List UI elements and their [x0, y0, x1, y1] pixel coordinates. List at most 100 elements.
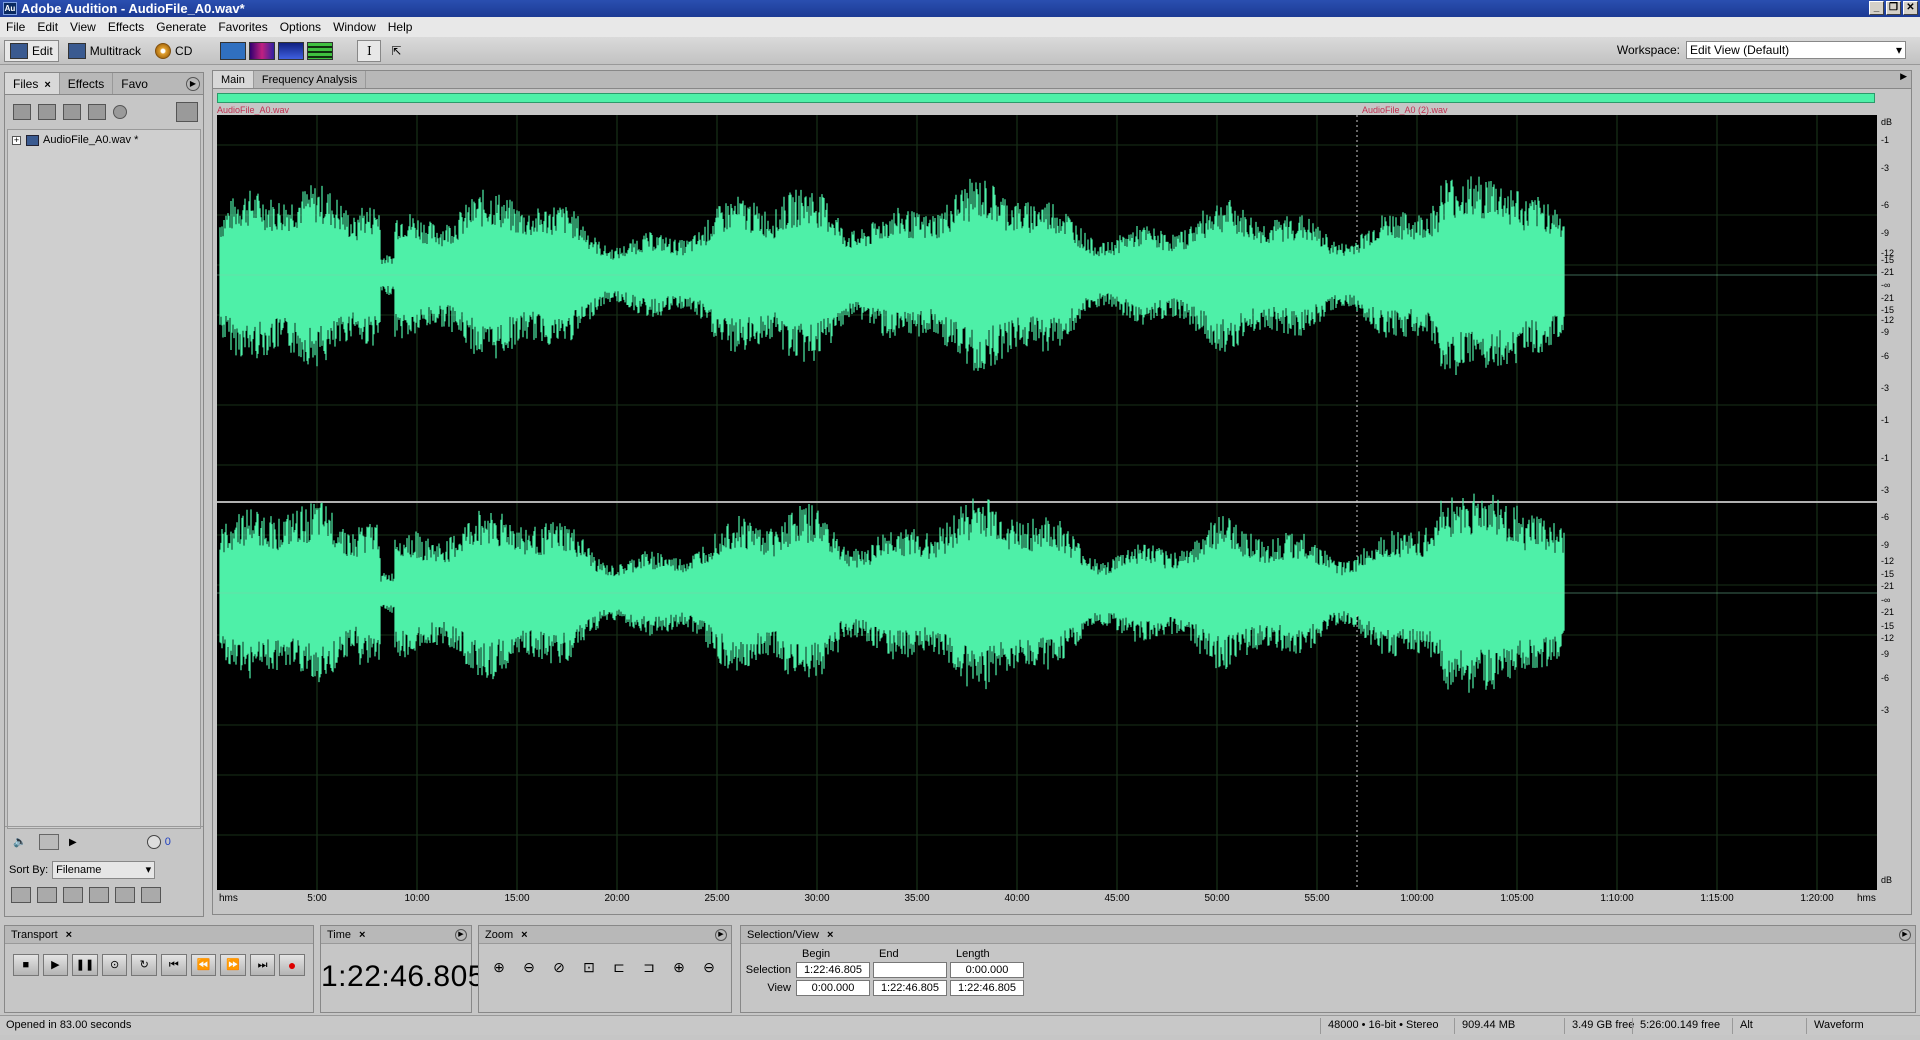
sort-by-dropdown[interactable]: Filename	[52, 861, 156, 879]
pause-button[interactable]: ❚❚	[72, 954, 98, 976]
view-length-field[interactable]: 1:22:46.805	[950, 980, 1024, 996]
close-button[interactable]: ✕	[1903, 1, 1918, 15]
time-tick-label: 25:00	[704, 893, 730, 904]
selection-length-field[interactable]: 0:00.000	[950, 962, 1024, 978]
loop-icon[interactable]	[39, 834, 59, 850]
db-tick-label: -21	[1881, 581, 1895, 591]
insert-multitrack-icon[interactable]	[63, 104, 81, 120]
panel-menu-icon[interactable]: ▶	[715, 928, 727, 941]
panel-menu-icon[interactable]: ▶	[186, 77, 200, 91]
menu-favorites[interactable]: Favorites	[218, 20, 267, 34]
multitrack-view-button[interactable]: Multitrack	[63, 40, 146, 62]
waveform-display-icon[interactable]	[220, 41, 247, 60]
time-selection-tool-icon[interactable]: I	[357, 39, 382, 62]
close-tab-icon[interactable]: ×	[827, 929, 833, 941]
close-tab-icon[interactable]: ×	[359, 929, 365, 941]
expand-icon[interactable]: +	[12, 135, 21, 145]
play-to-end-button[interactable]: ⊙	[101, 954, 128, 976]
show-cd-icon[interactable]	[141, 887, 161, 903]
menu-file[interactable]: File	[6, 20, 25, 34]
tab-effects[interactable]: Effects	[60, 73, 114, 94]
db-tick-label: -9	[1881, 540, 1890, 550]
edit-file-icon[interactable]	[113, 105, 127, 119]
close-tab-icon[interactable]: ×	[521, 929, 527, 941]
menu-help[interactable]: Help	[388, 20, 413, 34]
show-loops-icon[interactable]	[37, 887, 57, 903]
go-to-start-button[interactable]: ⏮	[160, 954, 187, 976]
view-begin-field[interactable]: 0:00.000	[796, 980, 870, 996]
panel-menu-icon[interactable]: ▶	[1900, 71, 1907, 88]
menu-effects[interactable]: Effects	[108, 20, 144, 34]
zoom-left-edge-icon[interactable]: ⊏	[607, 956, 631, 978]
marker-label[interactable]: AudioFile_A0.wav	[217, 105, 289, 115]
overview-bar[interactable]	[217, 93, 1875, 103]
selection-begin-field[interactable]: 1:22:46.805	[796, 962, 870, 978]
time-ruler[interactable]: hms 5:00 10:00 15:00 20:00 25:00 30:00 35:00 40:…	[217, 890, 1877, 910]
close-tab-icon[interactable]: ×	[44, 79, 50, 91]
autoplay-knob-icon[interactable]	[146, 835, 161, 849]
selection-end-field[interactable]	[873, 962, 947, 978]
sort-by-label: Sort By:	[9, 864, 49, 876]
minimize-button[interactable]: _	[1869, 1, 1884, 15]
list-item[interactable]: + AudioFile_A0.wav *	[8, 130, 200, 150]
tab-main[interactable]: Main	[213, 71, 254, 88]
db-tick-label: -∞	[1881, 595, 1891, 605]
tab-favorites[interactable]: Favo	[113, 73, 156, 94]
waveform-display[interactable]	[217, 115, 1877, 890]
menu-window[interactable]: Window	[333, 20, 376, 34]
waveform-canvas[interactable]	[217, 115, 1877, 890]
menu-edit[interactable]: Edit	[37, 20, 58, 34]
time-tick-label: 1:00:00	[1400, 893, 1434, 904]
loop-button[interactable]: ↻	[131, 954, 157, 976]
spectral-frequency-icon[interactable]	[249, 41, 276, 60]
marquee-tool-icon[interactable]: ⇱	[385, 40, 407, 62]
show-midi-icon[interactable]	[63, 887, 83, 903]
spectral-pan-icon[interactable]	[278, 41, 305, 60]
panel-menu-icon[interactable]: ▶	[455, 928, 467, 941]
zoom-in-vertical-icon[interactable]: ⊕	[667, 956, 691, 978]
zoom-to-selection-icon[interactable]: ⊡	[577, 956, 601, 978]
show-video-icon[interactable]	[89, 887, 109, 903]
stop-button[interactable]: ■	[13, 954, 39, 976]
zoom-in-horizontal-icon[interactable]: ⊕	[487, 956, 511, 978]
show-audio-icon[interactable]	[11, 887, 31, 903]
edit-view-button[interactable]: Edit	[4, 39, 59, 62]
insert-cd-icon[interactable]	[88, 104, 106, 120]
db-tick-label: -6	[1881, 200, 1890, 210]
show-options-icon[interactable]	[176, 102, 198, 122]
go-to-end-button[interactable]: ⏭	[249, 954, 276, 976]
rewind-button[interactable]: ⏪	[190, 954, 217, 976]
view-end-field[interactable]: 1:22:46.805	[873, 980, 947, 996]
files-panel: Files × Effects Favo ▶ + AudioFile_A0.wav…	[4, 72, 204, 917]
import-file-icon[interactable]	[13, 104, 31, 120]
close-file-icon[interactable]	[38, 104, 56, 120]
tab-files[interactable]: Files ×	[5, 73, 60, 94]
menu-view[interactable]: View	[70, 20, 96, 34]
menu-options[interactable]: Options	[280, 20, 321, 34]
play-button[interactable]: ▶	[42, 954, 69, 976]
zoom-out-full-icon[interactable]: ⊘	[547, 956, 571, 978]
play-icon[interactable]: ▶	[69, 837, 77, 848]
marker-label[interactable]: AudioFile_A0 (2).wav	[1362, 105, 1448, 115]
time-tick-label: 30:00	[804, 893, 830, 904]
time-tick-label: 15:00	[504, 893, 530, 904]
fast-forward-button[interactable]: ⏩	[220, 954, 246, 976]
tab-frequency-analysis[interactable]: Frequency Analysis	[254, 71, 367, 88]
zoom-out-horizontal-icon[interactable]: ⊖	[517, 956, 541, 978]
modifier-key: Alt	[1740, 1019, 1753, 1031]
close-tab-icon[interactable]: ×	[66, 929, 72, 941]
menu-generate[interactable]: Generate	[156, 20, 206, 34]
record-button[interactable]: ●	[279, 954, 305, 976]
restore-button[interactable]: ❐	[1886, 1, 1901, 15]
spectral-phase-icon[interactable]	[307, 41, 334, 60]
zoom-out-vertical-icon[interactable]: ⊖	[697, 956, 721, 978]
zoom-right-edge-icon[interactable]: ⊐	[637, 956, 661, 978]
time-tick-label: 1:10:00	[1600, 893, 1634, 904]
waveform-panel: Main Frequency Analysis ▶ AudioFile_A0.w…	[212, 70, 1912, 915]
filter-icon[interactable]	[115, 887, 135, 903]
panel-menu-icon[interactable]: ▶	[1899, 928, 1911, 941]
workspace-dropdown[interactable]: Edit View (Default)	[1686, 41, 1906, 59]
edit-view-icon	[10, 42, 28, 59]
cd-view-button[interactable]: CD	[150, 40, 197, 62]
speaker-icon[interactable]: 🔈	[13, 835, 29, 849]
